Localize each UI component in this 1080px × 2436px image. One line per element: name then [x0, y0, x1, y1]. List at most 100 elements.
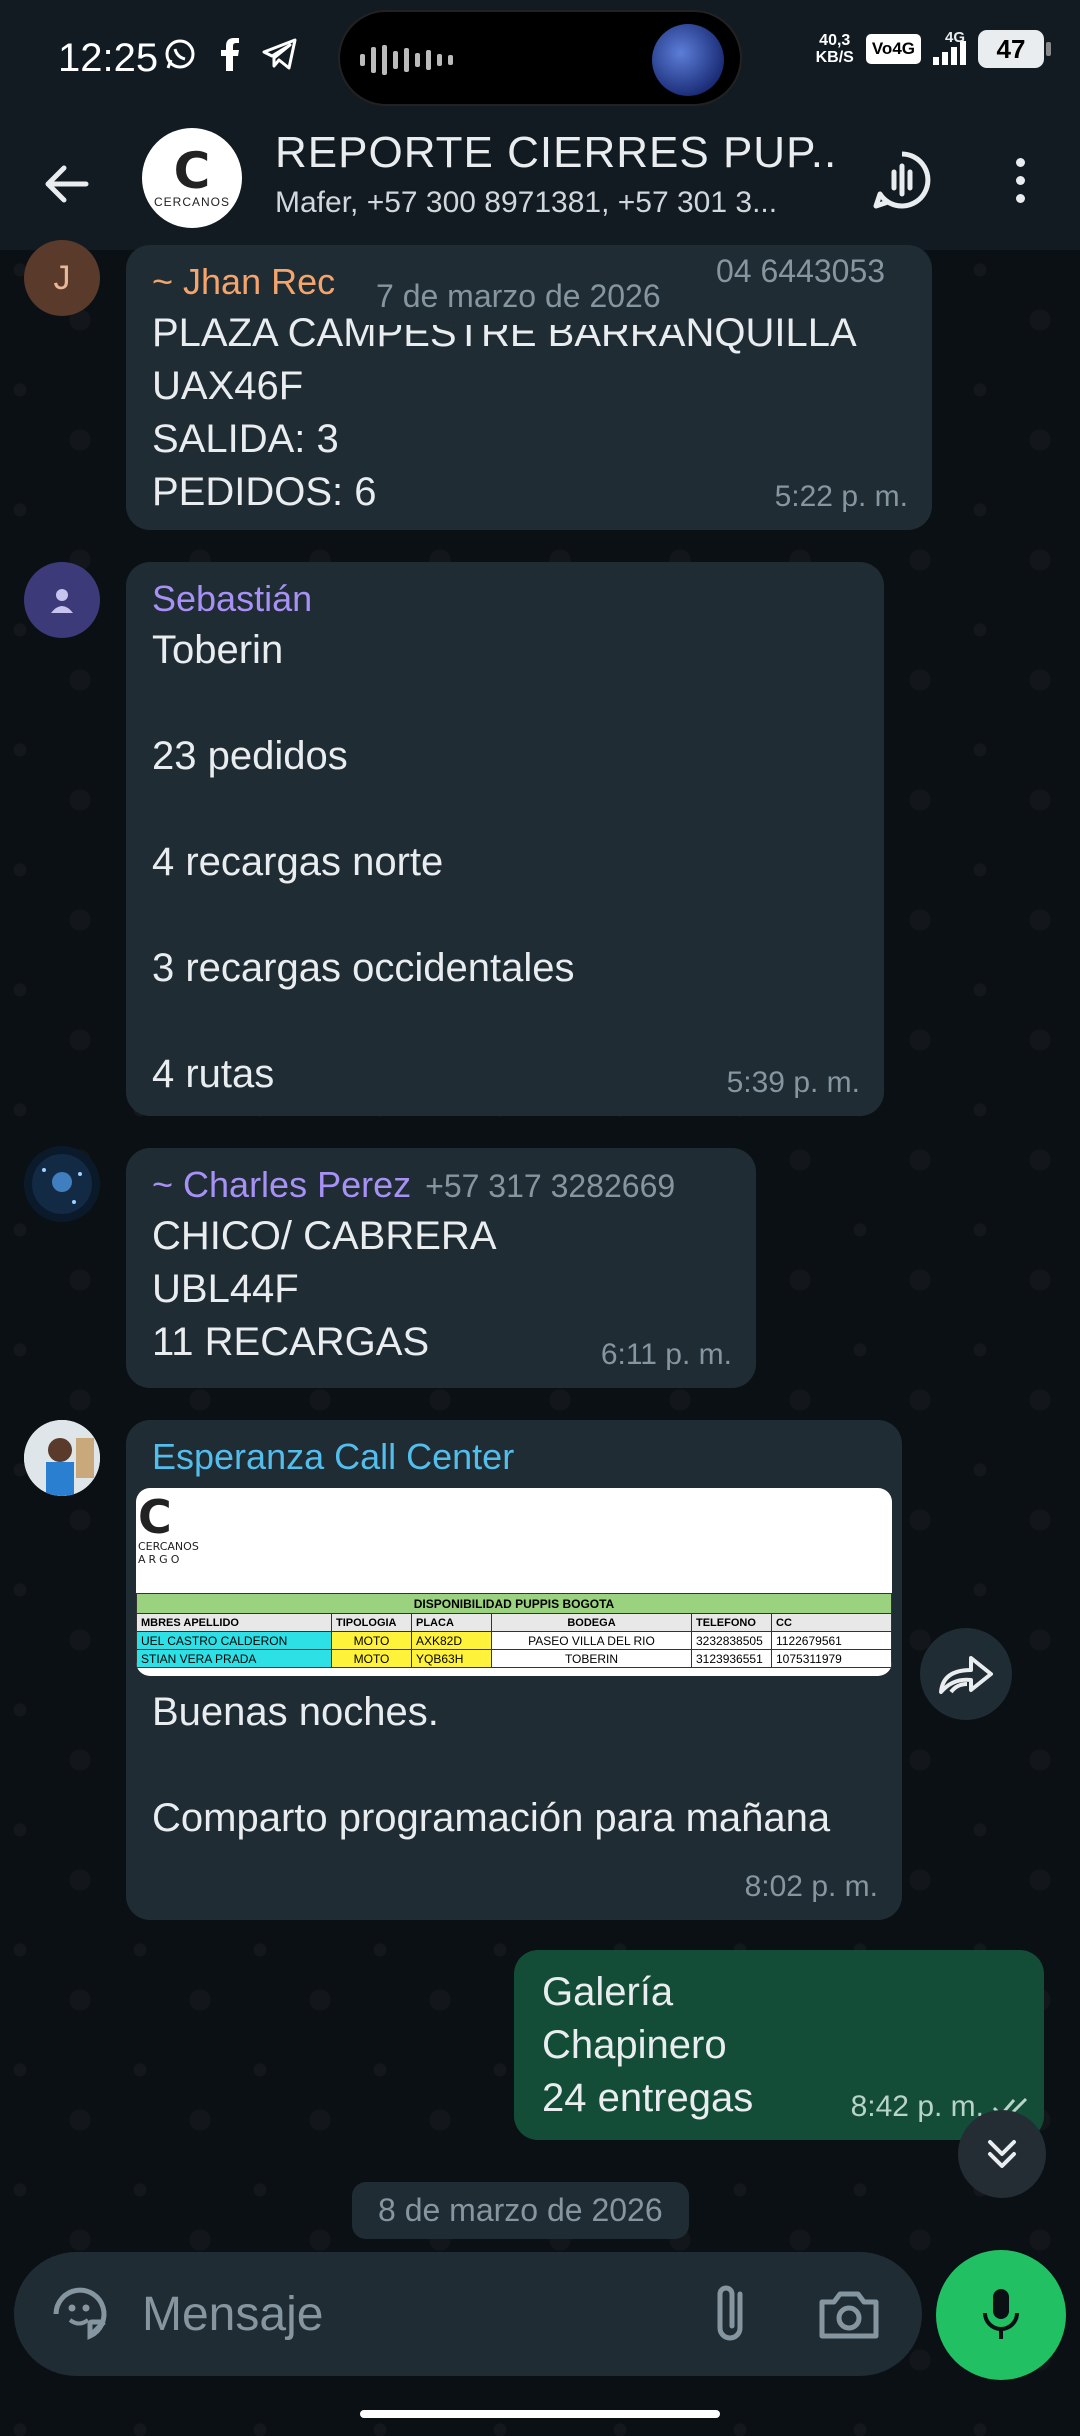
message-time: 6:11 p. m.: [600, 1338, 732, 1371]
camera-icon: [819, 2291, 879, 2339]
sender-name: ~ Jhan Rec: [152, 261, 336, 302]
image-table-cell: MOTO: [331, 1649, 412, 1668]
image-attachment[interactable]: C CERCANOS ARGO DISPONIBILIDAD PUPPIS BO…: [136, 1488, 892, 1676]
date-chip: 8 de marzo de 2026: [352, 2182, 689, 2239]
sender-phone: 04 6443053: [716, 253, 886, 289]
sender-phone: +57 317 3282669: [425, 1168, 676, 1204]
attach-button[interactable]: [700, 2280, 764, 2348]
image-table-cell: YQB63H: [411, 1649, 492, 1668]
image-table-cell: STIAN VERA PRADA: [136, 1649, 332, 1668]
avatar-charles[interactable]: [24, 1146, 100, 1222]
microphone-icon: [983, 2289, 1019, 2339]
home-indicator[interactable]: [360, 2410, 720, 2418]
image-table: DISPONIBILIDAD PUPPIS BOGOTA MBRES APELL…: [136, 1593, 892, 1668]
battery-icon: 47: [978, 30, 1051, 68]
group-avatar[interactable]: C CERCANOS: [142, 128, 242, 228]
group-title[interactable]: REPORTE CIERRES PUP...: [275, 128, 835, 178]
signal-icon: 4G: [933, 29, 966, 65]
message-text: Buenas noches. Comparto programación par…: [152, 1690, 831, 1840]
message-sender[interactable]: Esperanza Call Center: [152, 1436, 876, 1478]
status-time: 12:25: [58, 36, 159, 80]
image-table-header: CC: [771, 1613, 892, 1632]
message-input[interactable]: [142, 2278, 682, 2350]
status-indicators: 40,3 KB/S Vo4G 4G 47: [816, 29, 1051, 68]
camera-button[interactable]: [816, 2282, 882, 2346]
battery-level: 47: [996, 33, 1026, 64]
network-speed-unit: KB/S: [815, 49, 854, 66]
message-bubble-outgoing[interactable]: Galería Chapinero 24 entregas 8:42 p. m.: [514, 1950, 1044, 2140]
image-logo-mark: C: [138, 1490, 172, 1544]
image-table-cell: 1075311979: [771, 1649, 892, 1668]
message-bubble-esperanza[interactable]: Esperanza Call Center C CERCANOS ARGO DI…: [126, 1420, 902, 1920]
message-time: 8:02 p. m.: [744, 1870, 878, 1903]
group-participants[interactable]: Mafer, +57 300 8971381, +57 301 3...: [275, 186, 835, 220]
avatar-letter: J: [53, 258, 71, 297]
network-type: 4G: [945, 29, 966, 46]
avatar-jhan[interactable]: J: [24, 240, 100, 316]
audio-wave-icon: [360, 44, 453, 76]
avatar-image: [32, 1154, 92, 1214]
voice-record-button[interactable]: [936, 2250, 1066, 2380]
message-sender[interactable]: Sebastián: [152, 578, 858, 620]
image-table-header: BODEGA: [491, 1613, 692, 1632]
dynamic-island[interactable]: [338, 10, 742, 106]
message-time: 5:22 p. m.: [774, 480, 908, 513]
chat-header: C CERCANOS REPORTE CIERRES PUP... Mafer,…: [0, 118, 1080, 250]
avatar-image: [24, 1420, 100, 1496]
message-bubble-sebastian[interactable]: Sebastián Toberin 23 pedidos 4 recargas …: [126, 562, 884, 1116]
emoji-button[interactable]: [48, 2282, 112, 2346]
image-table-cell: 3123936551: [691, 1649, 772, 1668]
avatar-sebastian[interactable]: [24, 562, 100, 638]
network-speed: 40,3 KB/S: [816, 32, 854, 66]
forward-icon: [939, 1656, 993, 1694]
arrow-left-icon: [45, 165, 89, 203]
person-icon: [51, 589, 73, 613]
image-table-cell: UEL CASTRO CALDERON: [136, 1631, 332, 1650]
message-text: Toberin 23 pedidos 4 recargas norte 3 re…: [152, 628, 575, 1096]
date-chip: 7 de marzo de 2026: [350, 268, 687, 325]
group-avatar-text: CERCANOS: [153, 195, 230, 209]
sticker-icon: [53, 2287, 107, 2340]
image-table-header: PLACA: [411, 1613, 492, 1632]
volte-badge: Vo4G: [865, 34, 921, 64]
sender-name: Esperanza Call Center: [152, 1436, 515, 1477]
message-composer: [14, 2252, 922, 2376]
chevron-double-down-icon: [988, 2140, 1016, 2168]
status-bar: 12:25 40,3 KB/S Vo4G 4G 47: [0, 0, 1080, 118]
image-table-cell: MOTO: [331, 1631, 412, 1650]
image-table-header: MBRES APELLIDO: [136, 1613, 332, 1632]
forward-button[interactable]: [920, 1628, 1012, 1720]
message-bubble-charles[interactable]: ~ Charles Perez +57 317 3282669 CHICO/ CA…: [126, 1148, 756, 1388]
image-table-cell: 1122679561: [771, 1631, 892, 1650]
group-avatar-logo: C: [173, 142, 211, 200]
image-table-row: STIAN VERA PRADA MOTO YQB63H TOBERIN 312…: [136, 1649, 892, 1668]
voice-chat-button[interactable]: [870, 148, 934, 212]
image-table-header: TIPOLOGIA: [331, 1613, 412, 1632]
image-table-header: TELEFONO: [691, 1613, 772, 1632]
facebook-icon: [212, 36, 248, 72]
image-table-cell: 3232838505: [691, 1631, 772, 1650]
image-table-cell: AXK82D: [411, 1631, 492, 1650]
image-table-cell: TOBERIN: [491, 1649, 692, 1668]
network-speed-value: 40,3: [819, 32, 851, 49]
image-table-title: DISPONIBILIDAD PUPPIS BOGOTA: [136, 1593, 892, 1614]
paperclip-icon: [717, 2285, 743, 2341]
image-table-row: UEL CASTRO CALDERON MOTO AXK82D PASEO VI…: [136, 1631, 892, 1650]
message-time: 8:42 p. m.: [850, 2090, 984, 2123]
scroll-to-bottom-button[interactable]: [958, 2110, 1046, 2198]
message-sender[interactable]: ~ Charles Perez +57 317 3282669: [152, 1164, 730, 1206]
image-table-cell: PASEO VILLA DEL RIO: [491, 1631, 692, 1650]
sender-name: Sebastián: [152, 578, 313, 619]
image-logo-text-2: ARGO: [138, 1553, 183, 1566]
image-logo-text: CERCANOS: [138, 1540, 199, 1553]
image-logo: C CERCANOS ARGO: [138, 1490, 199, 1566]
voice-chat-icon: [873, 151, 931, 209]
avatar-esperanza[interactable]: [24, 1420, 100, 1496]
back-button[interactable]: [36, 154, 96, 214]
more-options-button[interactable]: [1000, 148, 1040, 212]
media-artwork: [652, 24, 724, 96]
message-time: 5:39 p. m.: [726, 1066, 860, 1099]
whatsapp-icon: [162, 36, 198, 72]
sender-name: ~ Charles Perez: [152, 1164, 412, 1205]
status-app-icons: [162, 36, 298, 72]
